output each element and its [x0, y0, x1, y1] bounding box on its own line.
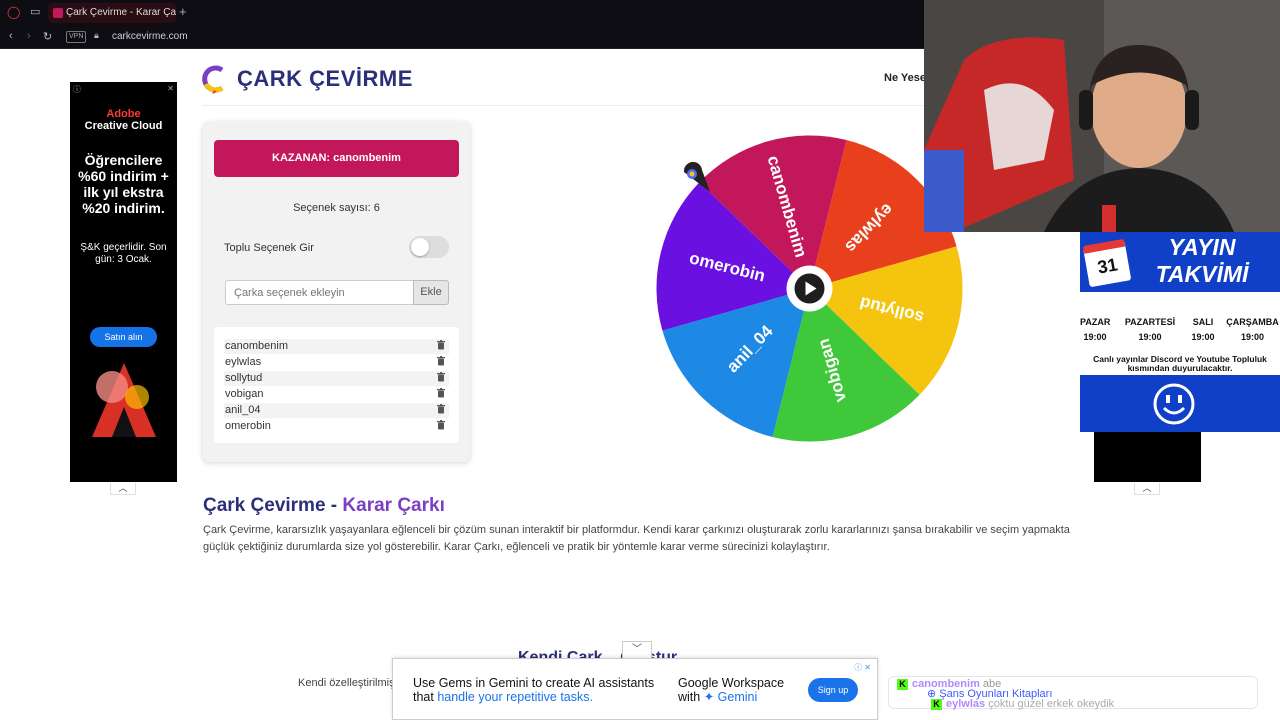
- back-icon[interactable]: ‹: [9, 30, 13, 42]
- right-ad[interactable]: [1094, 432, 1201, 482]
- gemini-star-icon: ✦: [703, 690, 718, 704]
- ad-headline: Öğrencilere %60 indirim + ilk yıl ekstra…: [78, 152, 169, 216]
- list-item: sollytud: [224, 371, 449, 386]
- chat-text: çoktu güzel erkek okeydik: [988, 698, 1115, 710]
- trash-icon[interactable]: [437, 372, 445, 382]
- reload-icon[interactable]: ↻: [43, 30, 52, 43]
- list-item: canombenim: [224, 339, 449, 354]
- ad-link[interactable]: handle your repetitive tasks.: [437, 690, 593, 704]
- ad-info-icon[interactable]: ⓘ ✕: [854, 662, 871, 673]
- ad-signup-button[interactable]: Sign up: [808, 678, 858, 702]
- chat-message: Keylwlas çoktu güzel erkek okeydik: [931, 698, 1114, 710]
- wheel-controls: KAZANAN: canombenim Seçenek sayısı: 6 To…: [203, 122, 470, 462]
- title-main: Çark Çevirme -: [203, 495, 343, 516]
- trash-icon[interactable]: [437, 420, 445, 430]
- url-text[interactable]: carkcevirme.com: [112, 31, 188, 42]
- option-label: sollytud: [225, 372, 263, 384]
- option-count: Seçenek sayısı: 6: [293, 202, 380, 214]
- schedule-title: YAYIN TAKVİMİ: [1132, 234, 1272, 288]
- new-tab-button[interactable]: +: [179, 4, 187, 19]
- bottom-ad-collapse-toggle[interactable]: ﹀: [622, 641, 652, 658]
- gemini-ad[interactable]: ⓘ ✕ Use Gems in Gemini to create AI assi…: [392, 658, 878, 720]
- schedule-day: ÇARŞAMBA: [1226, 317, 1279, 327]
- winner-banner: KAZANAN: canombenim: [214, 140, 459, 177]
- schedule-footer: [1080, 375, 1280, 432]
- kick-badge-icon: K: [931, 698, 942, 710]
- schedule-day: SALI: [1192, 317, 1214, 327]
- favicon-icon: [53, 8, 63, 18]
- browser-tab[interactable]: Çark Çevirme - Karar Çarkı: [48, 3, 176, 23]
- section-paragraph: Kendi özelleştirilmiş: [298, 677, 395, 689]
- schedule-time: 19:00: [1191, 332, 1215, 342]
- smiley-icon: [1153, 383, 1195, 425]
- trash-icon[interactable]: [437, 340, 445, 350]
- lock-icon: 🔒︎: [94, 30, 99, 40]
- trash-icon[interactable]: [437, 356, 445, 366]
- ad-text-right: Google Workspace with ✦ Gemini: [678, 676, 784, 704]
- ad-line2: that: [413, 690, 438, 704]
- tab-overview-icon[interactable]: ▭: [30, 5, 40, 18]
- chat-overlay: Kcanombenim abe ⊕ Şans Oyunları Kitaplar…: [888, 676, 1258, 710]
- schedule-note: Canlı yayınlar Discord ve Youtube Toplul…: [1093, 354, 1267, 373]
- logo-text[interactable]: ÇARK ÇEVİRME: [237, 66, 413, 92]
- forward-icon[interactable]: ›: [27, 30, 31, 42]
- ad-brand: Adobe Creative Cloud: [70, 108, 177, 132]
- option-list: canombenim eylwlas sollytud vobigan anil…: [214, 327, 459, 443]
- schedule-title-1: YAYIN: [1168, 234, 1236, 260]
- ad-brand-line1: Adobe: [106, 108, 141, 120]
- opera-logo-icon[interactable]: ◯: [7, 5, 20, 19]
- ad-close-icon[interactable]: ✕: [167, 84, 174, 93]
- kick-badge-icon: K: [897, 678, 908, 690]
- ad-brand-line2: Creative Cloud: [84, 120, 163, 132]
- calendar-icon: 31: [1082, 238, 1132, 288]
- option-label: eylwlas: [225, 356, 262, 368]
- schedule-day: PAZAR: [1080, 317, 1111, 327]
- vpn-badge[interactable]: VPN: [66, 31, 87, 43]
- ad-with: with: [678, 690, 704, 704]
- intro-paragraph: Çark Çevirme, kararsızlık yaşayanlara eğ…: [203, 524, 1070, 553]
- trash-icon[interactable]: [437, 404, 445, 414]
- schedule-time: 19:00: [1240, 332, 1265, 342]
- schedule-day: PAZARTESİ: [1124, 317, 1176, 327]
- option-label: anil_04: [225, 404, 261, 416]
- ad-line1: Use Gems in Gemini to create AI assistan…: [413, 676, 655, 690]
- stream-schedule: 31 YAYIN TAKVİMİ PAZAR PAZARTESİ SALI ÇA…: [1080, 232, 1280, 432]
- adobe-ad[interactable]: ⓘ ✕ Adobe Creative Cloud Öğrencilere %60…: [70, 82, 177, 482]
- list-item: anil_04: [224, 403, 449, 418]
- ad-buy-button[interactable]: Satın alın: [90, 327, 157, 347]
- option-label: canombenim: [225, 340, 288, 352]
- schedule-time: 19:00: [1138, 332, 1162, 342]
- trash-icon[interactable]: [437, 388, 445, 398]
- ad-subtext: Ş&K geçerlidir. Son gün: 3 Ocak.: [80, 242, 167, 265]
- chat-username: eylwlas: [946, 698, 986, 710]
- title-accent: Karar Çarkı: [342, 495, 445, 516]
- list-item: omerobin: [224, 419, 449, 434]
- bulk-input-toggle[interactable]: [409, 236, 449, 258]
- option-input[interactable]: [225, 280, 414, 305]
- list-item: eylwlas: [224, 355, 449, 370]
- ad-collapse-toggle[interactable]: ︿: [110, 483, 136, 495]
- right-ad-collapse-toggle[interactable]: ︿: [1134, 483, 1160, 495]
- ad-brand: Google Workspace: [678, 676, 785, 690]
- option-label: omerobin: [225, 420, 271, 432]
- webcam-overlay: [924, 0, 1280, 232]
- tab-title: Çark Çevirme - Karar Çarkı: [66, 7, 176, 18]
- wheel-pointer-icon: [683, 162, 710, 192]
- bulk-input-label: Toplu Seçenek Gir: [224, 242, 314, 254]
- ad-text-left: Use Gems in Gemini to create AI assistan…: [413, 676, 654, 704]
- toggle-knob: [411, 238, 429, 256]
- schedule-header: 31 YAYIN TAKVİMİ: [1080, 232, 1280, 292]
- list-item: vobigan: [224, 387, 449, 402]
- option-label: vobigan: [225, 388, 264, 400]
- ad-gemini: Gemini: [717, 690, 758, 704]
- page-title: Çark Çevirme - Karar Çarkı: [203, 495, 445, 517]
- ad-info-icon[interactable]: ⓘ: [73, 84, 81, 95]
- logo-icon[interactable]: [202, 64, 226, 94]
- schedule-title-2: TAKVİMİ: [1155, 261, 1249, 287]
- adobe-logo-art-icon: [92, 363, 156, 437]
- add-option-button[interactable]: Ekle: [413, 280, 449, 305]
- header-divider: [202, 105, 924, 106]
- schedule-time: 19:00: [1083, 332, 1107, 342]
